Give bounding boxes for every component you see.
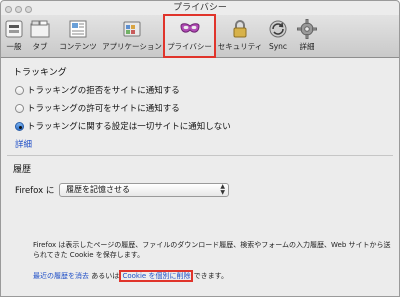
history-mode-select[interactable]: 履歴を記憶させる ▲ ▼ bbox=[59, 183, 229, 197]
zoom-window-button[interactable] bbox=[25, 6, 32, 13]
sync-icon bbox=[269, 20, 287, 38]
history-description: Firefox は表示したページの履歴、ファイルのダウンロード履歴、検索やフォー… bbox=[33, 241, 391, 259]
tabs-icon bbox=[30, 20, 50, 38]
tracking-option-none-label: トラッキングに関する設定は一切サイトに通知しない bbox=[27, 122, 231, 132]
tracking-option-deny[interactable]: トラッキングの拒否をサイトに通知する bbox=[15, 84, 180, 96]
tab-security-label: セキュリティ bbox=[217, 42, 263, 51]
tracking-option-deny-label: トラッキングの拒否をサイトに通知する bbox=[27, 86, 180, 96]
radio-button[interactable] bbox=[15, 86, 24, 95]
tab-advanced-label: 詳細 bbox=[299, 42, 315, 51]
content-icon bbox=[69, 20, 87, 38]
tab-sync[interactable]: Sync bbox=[266, 15, 290, 57]
tab-content-label: コンテンツ bbox=[59, 42, 97, 51]
privacy-mask-icon bbox=[179, 23, 200, 33]
close-window-button[interactable] bbox=[5, 6, 12, 13]
tab-general[interactable]: 一般 bbox=[3, 15, 25, 57]
radio-button[interactable] bbox=[15, 104, 24, 113]
window-title: プライバシー bbox=[173, 3, 227, 13]
gear-icon bbox=[297, 19, 317, 39]
history-actions: 最近の履歴を消去 あるいは Cookie を個別に削除 できます。 bbox=[33, 270, 228, 282]
tracking-option-allow-label: トラッキングの許可をサイトに通知する bbox=[27, 104, 180, 114]
tab-privacy[interactable]: プライバシー bbox=[163, 14, 216, 58]
select-arrows-icon: ▲ ▼ bbox=[220, 183, 225, 196]
applications-icon bbox=[123, 21, 141, 37]
firefox-label: Firefox に bbox=[15, 186, 55, 196]
history-mode-value: 履歴を記憶させる bbox=[66, 185, 130, 194]
tab-security[interactable]: セキュリティ bbox=[217, 15, 263, 57]
tracking-heading: トラッキング bbox=[13, 68, 67, 78]
tab-advanced[interactable]: 詳細 bbox=[295, 15, 319, 57]
tab-content[interactable]: コンテンツ bbox=[56, 15, 100, 57]
tab-general-label: 一般 bbox=[6, 42, 22, 51]
privacy-pane: トラッキング トラッキングの拒否をサイトに通知する トラッキングの許可をサイトに… bbox=[1, 58, 399, 296]
security-lock-icon bbox=[233, 20, 247, 38]
general-switch-icon bbox=[5, 20, 23, 38]
divider bbox=[7, 155, 393, 156]
tracking-details-link[interactable]: 詳細 bbox=[15, 138, 32, 150]
tab-applications[interactable]: アプリケーション bbox=[102, 15, 162, 57]
minimize-window-button[interactable] bbox=[15, 6, 22, 13]
clear-recent-history-link[interactable]: 最近の履歴を消去 bbox=[33, 272, 89, 280]
preferences-window: プライバシー 一般 タブ コンテンツ アプリケーション プライバシー セキュリテ… bbox=[0, 0, 400, 297]
tab-tabs-label: タブ bbox=[32, 42, 48, 51]
history-suffix-text: できます。 bbox=[193, 272, 228, 280]
preferences-toolbar: 一般 タブ コンテンツ アプリケーション プライバシー セキュリティ Sync bbox=[1, 14, 399, 58]
tab-privacy-label: プライバシー bbox=[167, 42, 212, 51]
remove-cookies-link[interactable]: Cookie を個別に削除 bbox=[119, 270, 194, 282]
tab-tabs[interactable]: タブ bbox=[29, 15, 51, 57]
title-bar: プライバシー bbox=[1, 1, 399, 15]
tab-sync-label: Sync bbox=[268, 42, 288, 51]
history-connector-text: あるいは bbox=[91, 272, 120, 280]
radio-button-selected[interactable] bbox=[15, 122, 24, 131]
tracking-option-none[interactable]: トラッキングに関する設定は一切サイトに通知しない bbox=[15, 120, 231, 132]
history-heading: 履歴 bbox=[13, 165, 32, 175]
tab-applications-label: アプリケーション bbox=[102, 42, 162, 51]
tracking-option-allow[interactable]: トラッキングの許可をサイトに通知する bbox=[15, 102, 180, 114]
